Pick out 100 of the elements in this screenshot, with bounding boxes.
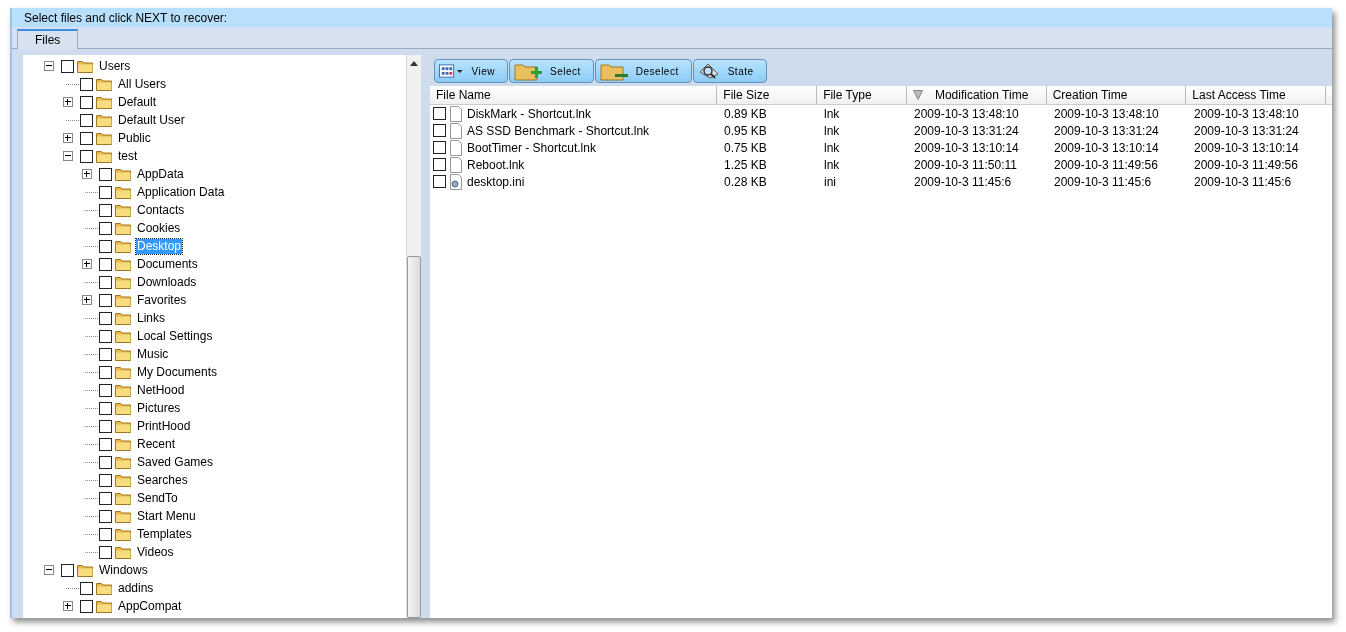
scrollbar[interactable]	[406, 55, 421, 618]
expand-icon[interactable]	[82, 295, 92, 305]
folder-label[interactable]: NetHood	[136, 382, 186, 398]
expand-icon[interactable]	[63, 97, 73, 107]
checkbox[interactable]	[99, 167, 112, 181]
table-cell: 0.28 KB	[724, 174, 767, 189]
folder-label[interactable]: Pictures	[136, 400, 182, 416]
checkbox[interactable]	[99, 419, 112, 433]
checkbox[interactable]	[99, 293, 112, 307]
checkbox[interactable]	[99, 221, 112, 235]
collapse-icon[interactable]	[44, 61, 54, 71]
checkbox[interactable]	[80, 149, 93, 163]
folder-label[interactable]: My Documents	[136, 364, 219, 380]
folder-label[interactable]: All Users	[117, 76, 167, 92]
folder-label[interactable]: PrintHood	[136, 418, 192, 434]
checkbox[interactable]	[433, 107, 446, 120]
folder-label[interactable]: Contacts	[136, 202, 186, 218]
folder-label[interactable]: Default User	[117, 112, 186, 128]
folder-label[interactable]: Recent	[136, 436, 177, 452]
column-header[interactable]: File Type	[817, 86, 907, 104]
checkbox[interactable]	[433, 175, 446, 188]
checkbox[interactable]	[99, 257, 112, 271]
checkbox[interactable]	[99, 203, 112, 217]
checkbox[interactable]	[99, 383, 112, 397]
expand-icon[interactable]	[63, 133, 73, 143]
checkbox[interactable]	[99, 401, 112, 415]
folder-icon	[115, 455, 131, 469]
folder-label[interactable]: Templates	[136, 526, 193, 542]
scrollbar-thumb[interactable]	[407, 256, 421, 618]
checkbox[interactable]	[80, 131, 93, 145]
checkbox[interactable]	[99, 545, 112, 559]
checkbox[interactable]	[99, 275, 112, 289]
sort-icon	[912, 90, 923, 100]
checkbox[interactable]	[99, 527, 112, 541]
folder-label[interactable]: test	[117, 148, 139, 164]
folder-label[interactable]: Windows	[98, 562, 149, 578]
checkbox[interactable]	[80, 113, 93, 127]
folder-icon	[115, 545, 131, 559]
checkbox[interactable]	[99, 185, 112, 199]
checkbox[interactable]	[80, 77, 93, 91]
checkbox[interactable]	[433, 124, 446, 137]
collapse-icon[interactable]	[63, 151, 73, 161]
folder-label[interactable]: Searches	[136, 472, 189, 488]
checkbox[interactable]	[99, 473, 112, 487]
checkbox[interactable]	[61, 563, 74, 577]
folder-label[interactable]: Local Settings	[136, 328, 214, 344]
folder-label[interactable]: SendTo	[136, 490, 179, 506]
folder-label[interactable]: Public	[117, 130, 152, 146]
table-cell: ini	[824, 174, 836, 189]
folder-label[interactable]: AppCompat	[117, 598, 183, 614]
folder-label[interactable]: Videos	[136, 544, 175, 560]
folder-label[interactable]: AppData	[136, 166, 185, 182]
toolbar-button[interactable]: Deselect	[594, 59, 692, 83]
folder-icon	[115, 419, 131, 433]
expand-icon[interactable]	[63, 601, 73, 611]
checkbox[interactable]	[99, 365, 112, 379]
expand-icon[interactable]	[82, 259, 92, 269]
column-header[interactable]: File Name	[430, 86, 718, 104]
expand-icon[interactable]	[82, 169, 92, 179]
table-cell: lnk	[824, 140, 840, 155]
toolbar-button[interactable]: View	[434, 59, 508, 83]
folder-label[interactable]: Favorites	[136, 292, 188, 308]
column-header[interactable]: Creation Time	[1046, 86, 1187, 104]
checkbox[interactable]	[61, 59, 74, 73]
checkbox[interactable]	[99, 509, 112, 523]
checkbox[interactable]	[433, 158, 446, 171]
folder-label[interactable]: Default	[117, 94, 158, 110]
folder-label[interactable]: Saved Games	[136, 454, 215, 470]
file-icon	[450, 139, 462, 156]
folder-label[interactable]: Cookies	[136, 220, 182, 236]
folder-label[interactable]: Application Data	[136, 184, 226, 200]
table-cell: 2009-10-3 13:31:24	[1194, 123, 1299, 138]
checkbox[interactable]	[80, 95, 93, 109]
folder-label[interactable]: Users	[98, 58, 132, 74]
folder-label[interactable]: Music	[136, 346, 170, 362]
toolbar-button[interactable]: Select	[509, 59, 594, 83]
checkbox[interactable]	[99, 311, 112, 325]
collapse-icon[interactable]	[44, 565, 54, 575]
table-cell: 1.25 KB	[724, 157, 767, 172]
checkbox[interactable]	[99, 239, 112, 253]
column-header[interactable]: Modification Time	[906, 86, 1047, 104]
checkbox[interactable]	[99, 329, 112, 343]
folder-label[interactable]: Links	[136, 310, 166, 326]
folder-label[interactable]: Start Menu	[136, 508, 197, 524]
toolbar-button[interactable]: State	[692, 59, 767, 83]
files-tab[interactable]: Files	[17, 29, 79, 49]
checkbox[interactable]	[99, 491, 112, 505]
column-header[interactable]: Last Access Time	[1186, 86, 1326, 104]
checkbox[interactable]	[80, 581, 93, 595]
folder-label[interactable]: addins	[117, 580, 155, 596]
scroll-up-icon[interactable]	[410, 61, 418, 66]
checkbox[interactable]	[99, 347, 112, 361]
folder-label[interactable]: Documents	[136, 256, 199, 272]
folder-icon	[96, 131, 112, 145]
checkbox[interactable]	[99, 455, 112, 469]
folder-label[interactable]: Downloads	[136, 274, 198, 290]
checkbox[interactable]	[99, 437, 112, 451]
column-header[interactable]: File Size	[717, 86, 818, 104]
checkbox[interactable]	[80, 599, 93, 613]
checkbox[interactable]	[433, 141, 446, 154]
